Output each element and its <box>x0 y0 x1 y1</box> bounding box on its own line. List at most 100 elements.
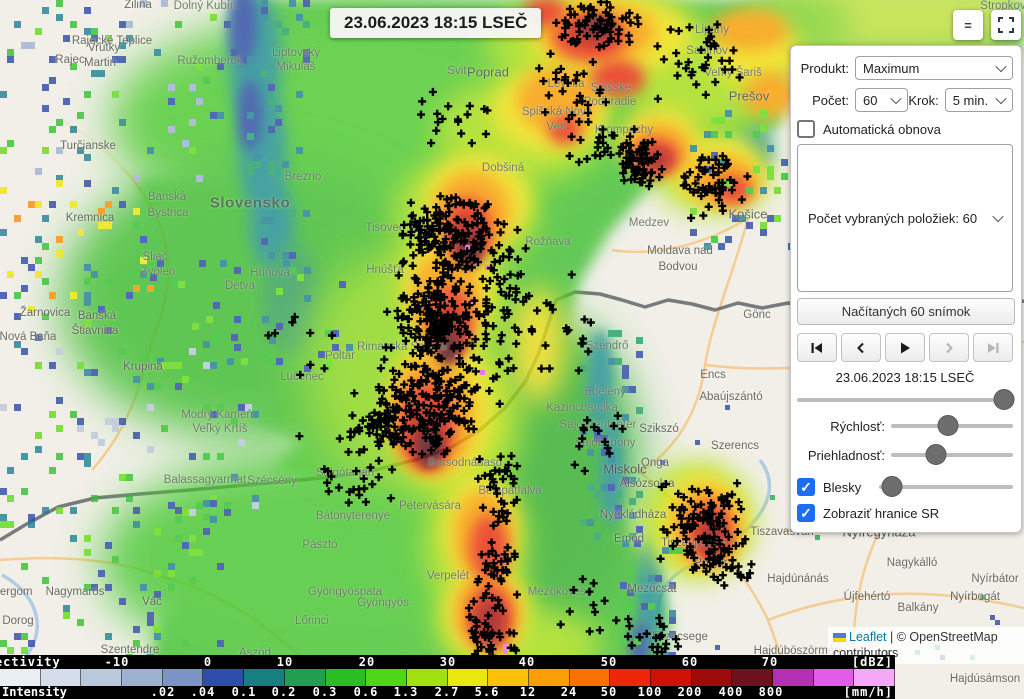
step-label: Krok: <box>908 93 938 108</box>
legend-color-cell <box>732 669 773 686</box>
play-button[interactable] <box>885 333 925 362</box>
skip-start-button[interactable] <box>797 333 837 362</box>
speed-slider[interactable] <box>891 415 1013 437</box>
legend-color-cell <box>203 669 244 686</box>
opacity-slider[interactable] <box>891 444 1013 466</box>
lightning-strike-cluster <box>417 88 491 147</box>
timeline-row <box>797 389 1013 411</box>
borders-checkbox[interactable]: ✓ <box>797 504 815 522</box>
control-panel: Produkt: Maximum Počet: 60 Krok: 5 min. … <box>790 45 1022 533</box>
count-label: Počet: <box>797 93 849 108</box>
leaflet-link[interactable]: Leaflet <box>849 630 887 644</box>
reflectivity-scale-row: Reflectivity [dBZ] -10010203040506070 <box>0 655 895 669</box>
lightning-strike-cluster <box>522 271 595 375</box>
legend-tick: 200 <box>678 686 703 699</box>
legend-color-cell <box>285 669 326 686</box>
legend-color-cell <box>326 669 367 686</box>
lightning-opacity-slider[interactable] <box>879 476 1013 498</box>
fullscreen-icon <box>998 17 1014 33</box>
product-row: Produkt: Maximum <box>797 56 1013 80</box>
count-select[interactable]: 60 <box>855 88 908 112</box>
step-back-button[interactable] <box>841 333 881 362</box>
speed-slider-handle[interactable] <box>938 415 959 436</box>
lightning-strike-cluster <box>624 614 682 656</box>
legend-color-cell <box>448 669 489 686</box>
legend-color-cell <box>570 669 611 686</box>
auto-refresh-checkbox[interactable] <box>797 120 815 138</box>
legend-color-cell <box>41 669 82 686</box>
color-scale-bar <box>0 669 895 686</box>
borders-label: Zobraziť hranice SR <box>823 506 939 521</box>
skip-end-icon <box>985 340 1001 356</box>
opacity-row: Priehladnosť: <box>797 444 1013 466</box>
lightning-checkbox[interactable]: ✓ <box>797 478 815 496</box>
speed-label: Rýchlosť: <box>797 419 885 434</box>
lightning-strike-cluster <box>474 452 521 530</box>
selected-items-listbox[interactable]: Počet vybraných položiek: 60 <box>797 144 1013 292</box>
legend-tick: 12 <box>520 686 536 699</box>
radar-color-legend: Reflectivity [dBZ] -10010203040506070 In… <box>0 655 895 699</box>
legend-tick: 60 <box>682 655 698 669</box>
legend-tick: .02 <box>151 686 176 699</box>
lightning-strike-cluster <box>373 349 481 458</box>
legend-tick: 0.6 <box>354 686 379 699</box>
lightning-strike-cluster <box>680 152 752 222</box>
chevron-down-icon <box>995 93 1006 104</box>
mmh-unit: [mm/h] <box>844 686 893 699</box>
legend-color-cell <box>692 669 733 686</box>
legend-tick: 30 <box>440 655 456 669</box>
intensity-scale-row: Intensity [mm/h] .02.040.10.20.30.61.32.… <box>0 686 895 699</box>
lightning-row: ✓ Blesky <box>797 476 1013 498</box>
lightning-strike-cluster <box>264 313 358 397</box>
slider-track[interactable] <box>797 398 1013 402</box>
timeline-slider[interactable] <box>797 389 1013 411</box>
step-select[interactable]: 5 min. <box>945 88 1013 112</box>
lightning-strike-cluster <box>535 50 610 126</box>
chevron-down-icon <box>995 61 1006 72</box>
timeline-slider-handle[interactable] <box>994 389 1015 410</box>
playback-controls <box>797 333 1013 362</box>
product-value: Maximum <box>863 61 919 76</box>
fullscreen-button[interactable] <box>991 10 1021 40</box>
step-forward-icon <box>941 340 957 356</box>
skip-start-icon <box>809 340 825 356</box>
lightning-strike-cluster <box>654 21 744 103</box>
legend-color-cell <box>773 669 814 686</box>
legend-color-cell <box>488 669 529 686</box>
intensity-label: Intensity <box>2 686 67 699</box>
legend-color-cell <box>163 669 204 686</box>
legend-tick: 400 <box>719 686 744 699</box>
count-value: 60 <box>863 93 877 108</box>
slider-track[interactable] <box>891 453 1013 457</box>
legend-tick: 50 <box>601 686 617 699</box>
legend-tick: 70 <box>762 655 778 669</box>
loaded-frames-button[interactable]: Načítaných 60 snímok <box>797 298 1015 325</box>
skip-end-button <box>973 333 1013 362</box>
equals-icon: = <box>964 18 972 33</box>
legend-color-cell <box>651 669 692 686</box>
legend-color-cell <box>854 669 895 686</box>
legend-tick: 10 <box>277 655 293 669</box>
product-select[interactable]: Maximum <box>855 56 1013 80</box>
opacity-slider-handle[interactable] <box>926 444 947 465</box>
auto-refresh-row: Automatická obnova <box>797 120 1013 138</box>
legend-color-cell <box>610 669 651 686</box>
legend-color-cell <box>122 669 163 686</box>
lightning-strike-cluster <box>686 533 755 590</box>
legend-color-cell <box>81 669 122 686</box>
legend-tick: 0.3 <box>313 686 338 699</box>
chevron-down-icon <box>891 93 902 104</box>
step-value: 5 min. <box>953 93 988 108</box>
legend-tick: 100 <box>638 686 663 699</box>
legend-toggle-button[interactable]: = <box>953 10 983 40</box>
opacity-label: Priehladnosť: <box>797 448 885 463</box>
legend-color-cell <box>244 669 285 686</box>
legend-tick: 24 <box>561 686 577 699</box>
speed-row: Rýchlosť: <box>797 415 1013 437</box>
lightning-strike-cluster <box>470 539 519 606</box>
ukraine-flag-icon <box>833 633 846 642</box>
selected-items-summary: Počet vybraných položiek: 60 <box>808 211 977 226</box>
lightning-slider-handle[interactable] <box>882 476 903 497</box>
attribution-separator: | <box>887 630 897 644</box>
lightning-strike-cluster <box>571 412 627 475</box>
